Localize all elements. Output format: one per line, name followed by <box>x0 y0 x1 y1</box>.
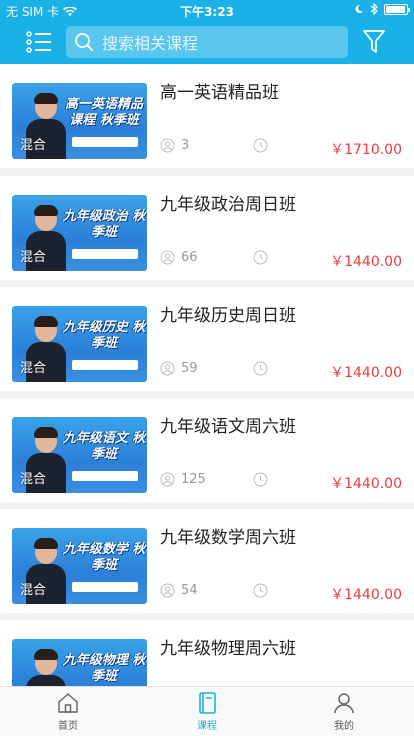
course-thumbnail: 九年级数学 秋季班 混合 <box>12 528 147 604</box>
tab-home-label: 首页 <box>58 721 78 732</box>
thumbnail-banner: 九年级语文 秋季班 <box>62 431 146 462</box>
search-placeholder: 搜索相关课程 <box>102 34 199 53</box>
user-icon <box>160 250 175 265</box>
course-title: 九年级语文周六班 <box>160 417 296 437</box>
user-icon <box>160 472 175 487</box>
course-item[interactable]: 九年级物理 秋季班 九年级物理周六班 <box>0 620 414 686</box>
course-mode-tag: 混合 <box>20 472 47 487</box>
clock-icon <box>253 138 268 153</box>
menu-icon[interactable] <box>26 30 52 54</box>
thumbnail-teacher-strip <box>72 249 138 259</box>
student-count: 3 <box>160 138 189 153</box>
course-price: ￥1440.00 <box>330 587 402 603</box>
status-time: 下午3:23 <box>180 5 234 19</box>
tab-mine[interactable]: 我的 <box>314 691 374 735</box>
course-title: 九年级物理周六班 <box>160 639 296 659</box>
app-header: 无 SIM 卡 下午3:23 搜索相关课程 <box>0 0 414 64</box>
bluetooth-icon <box>370 3 378 15</box>
clock-icon <box>253 583 268 598</box>
thumbnail-teacher-strip <box>72 471 138 481</box>
course-price: ￥1440.00 <box>330 476 402 492</box>
student-count-value: 125 <box>181 472 206 487</box>
battery-icon <box>384 3 410 15</box>
thumbnail-banner: 九年级数学 秋季班 <box>62 542 146 573</box>
student-count: 59 <box>160 361 198 376</box>
course-thumbnail: 九年级物理 秋季班 <box>12 639 147 686</box>
user-icon <box>160 361 175 376</box>
course-item[interactable]: 九年级语文 秋季班 混合 九年级语文周六班 125 ￥1440.00 <box>0 398 414 502</box>
student-count-value: 54 <box>181 583 198 598</box>
student-count: 54 <box>160 583 198 598</box>
home-icon <box>58 693 78 713</box>
moon-icon <box>355 4 363 13</box>
status-bar: 无 SIM 卡 下午3:23 <box>0 0 414 20</box>
course-title: 九年级历史周日班 <box>160 306 296 326</box>
student-count-value: 3 <box>181 138 190 153</box>
course-mode-tag: 混合 <box>20 138 47 153</box>
course-item[interactable]: 九年级数学 秋季班 混合 九年级数学周六班 54 ￥1440.00 <box>0 509 414 613</box>
tab-bar: 首页 课程 我的 <box>0 686 414 736</box>
course-list[interactable]: 高一英语精品课程 秋季班 混合 高一英语精品班 3 ￥1710.00 九年级政治… <box>0 64 414 686</box>
course-title: 九年级政治周日班 <box>160 195 296 215</box>
course-item[interactable]: 九年级历史 秋季班 混合 九年级历史周日班 59 ￥1440.00 <box>0 287 414 391</box>
profile-icon <box>334 693 354 714</box>
course-thumbnail: 高一英语精品课程 秋季班 混合 <box>12 83 147 159</box>
search-input[interactable]: 搜索相关课程 <box>66 26 348 58</box>
course-mode-tag: 混合 <box>20 361 47 376</box>
search-icon <box>75 33 94 52</box>
thumbnail-banner: 九年级物理 秋季班 <box>62 653 146 684</box>
course-price: ￥1440.00 <box>330 365 402 381</box>
thumbnail-banner: 九年级历史 秋季班 <box>62 320 146 351</box>
teacher-photo <box>26 649 66 686</box>
course-thumbnail: 九年级政治 秋季班 混合 <box>12 195 147 271</box>
clock-icon <box>253 361 268 376</box>
course-item[interactable]: 高一英语精品课程 秋季班 混合 高一英语精品班 3 ￥1710.00 <box>0 64 414 168</box>
thumbnail-teacher-strip <box>72 137 138 147</box>
user-icon <box>160 138 175 153</box>
student-count: 125 <box>160 472 206 487</box>
clock-icon <box>253 250 268 265</box>
user-icon <box>160 583 175 598</box>
nav-bar: 搜索相关课程 <box>0 20 414 64</box>
course-price: ￥1440.00 <box>330 254 402 270</box>
student-count-value: 66 <box>181 250 198 265</box>
student-count-value: 59 <box>181 361 198 376</box>
clock-icon <box>253 472 268 487</box>
thumbnail-teacher-strip <box>72 582 138 592</box>
course-thumbnail: 九年级历史 秋季班 混合 <box>12 306 147 382</box>
book-icon <box>199 692 216 714</box>
filter-icon[interactable] <box>362 29 386 55</box>
thumbnail-banner: 九年级政治 秋季班 <box>62 209 146 240</box>
tab-courses[interactable]: 课程 <box>177 691 237 735</box>
course-mode-tag: 混合 <box>20 250 47 265</box>
course-thumbnail: 九年级语文 秋季班 混合 <box>12 417 147 493</box>
tab-mine-label: 我的 <box>334 721 354 732</box>
course-title: 九年级数学周六班 <box>160 528 296 548</box>
tab-courses-label: 课程 <box>197 721 217 732</box>
thumbnail-banner: 高一英语精品课程 秋季班 <box>64 97 143 128</box>
student-count: 66 <box>160 250 198 265</box>
tab-home[interactable]: 首页 <box>38 691 98 735</box>
course-title: 高一英语精品班 <box>160 83 279 103</box>
course-item[interactable]: 九年级政治 秋季班 混合 九年级政治周日班 66 ￥1440.00 <box>0 176 414 280</box>
course-mode-tag: 混合 <box>20 583 47 598</box>
thumbnail-teacher-strip <box>72 360 138 370</box>
course-price: ￥1710.00 <box>330 142 402 158</box>
